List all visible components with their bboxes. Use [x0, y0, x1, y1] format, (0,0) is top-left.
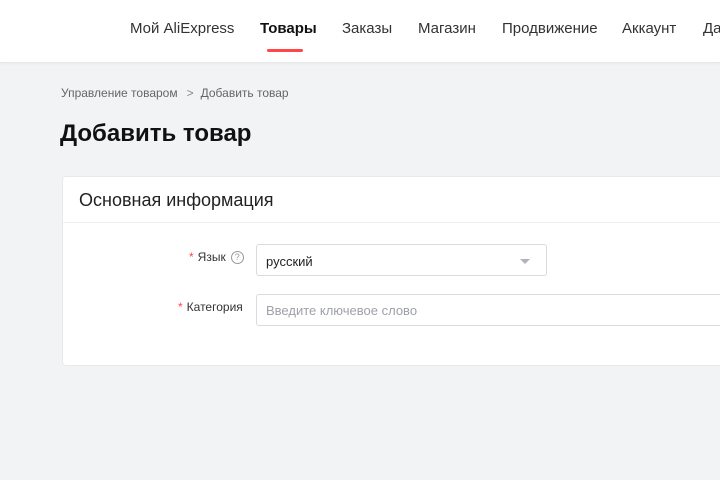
breadcrumb-link-product-management[interactable]: Управление товаром	[61, 86, 178, 100]
language-select[interactable]: русский	[256, 244, 547, 276]
caret-down-icon	[520, 259, 530, 264]
nav-item-promotion[interactable]: Продвижение	[502, 20, 598, 37]
basic-info-card: Основная информация * Язык? русский * Кате…	[62, 176, 720, 366]
nav-item-truncated[interactable]: Да	[703, 20, 720, 37]
nav-item-store[interactable]: Магазин	[418, 20, 476, 37]
nav-item-account[interactable]: Аккаунт	[622, 20, 676, 37]
language-label-text: Язык	[197, 250, 226, 264]
category-label-text: Категория	[186, 300, 243, 314]
question-circle-icon[interactable]: ?	[230, 251, 244, 265]
card-header: Основная информация	[63, 177, 720, 223]
breadcrumb: Управление товаром > Добавить товар	[61, 86, 289, 100]
nav-item-products[interactable]: Товары	[260, 20, 317, 37]
nav-item-orders[interactable]: Заказы	[342, 20, 392, 37]
language-label: * Язык?	[189, 250, 244, 265]
category-search-input[interactable]	[256, 294, 720, 326]
language-select-value: русский	[266, 254, 313, 269]
chevron-right-icon: >	[186, 86, 194, 100]
breadcrumb-current: Добавить товар	[200, 86, 289, 100]
required-mark: *	[178, 300, 183, 314]
top-navigation: Мой AliExpress Товары Заказы Магазин Про…	[0, 0, 720, 63]
required-mark: *	[189, 250, 194, 264]
nav-active-indicator	[267, 49, 303, 52]
card-title: Основная информация	[79, 190, 274, 210]
category-label: * Категория	[178, 300, 243, 314]
nav-item-my-aliexpress[interactable]: Мой AliExpress	[130, 20, 234, 37]
page-title: Добавить товар	[60, 120, 252, 147]
